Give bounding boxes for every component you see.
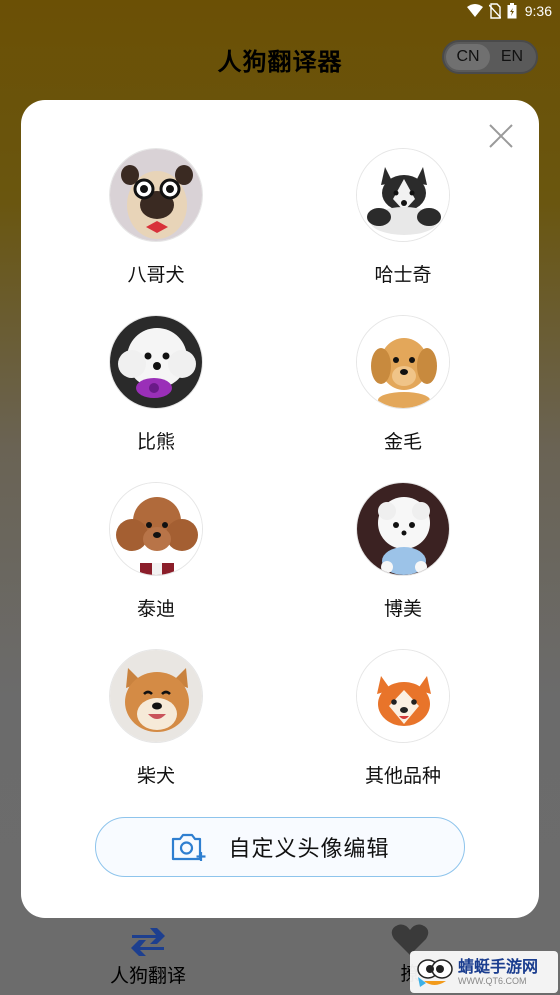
shiba-avatar: [109, 649, 203, 743]
breed-option-bichon[interactable]: 比熊: [76, 315, 236, 454]
status-icons: 9:36: [466, 3, 552, 19]
pomeranian-avatar: [356, 482, 450, 576]
nav-label-translate: 人狗翻译: [109, 965, 186, 987]
breed-select-dialog: 八哥犬 哈士奇 比熊 金毛 泰迪 博美 柴犬 其他品种 自定义头像编辑: [21, 100, 539, 918]
breed-option-husky[interactable]: 哈士奇: [323, 148, 483, 287]
status-bar: 9:36: [0, 0, 560, 26]
bichon-avatar: [109, 315, 203, 409]
shiba-cartoon-avatar: [356, 649, 450, 743]
nav-item-translate[interactable]: 人狗翻译: [98, 923, 198, 988]
pug-avatar: [109, 148, 203, 242]
close-icon[interactable]: [487, 122, 515, 150]
custom-avatar-edit-label: 自定义头像编辑: [228, 837, 390, 862]
breed-label-golden: 金毛: [383, 431, 422, 453]
watermark-title: 蜻蜓手游网: [458, 956, 539, 976]
breed-label-husky: 哈士奇: [374, 264, 432, 286]
language-option-cn[interactable]: CN: [446, 44, 490, 70]
custom-avatar-edit-button[interactable]: 自定义头像编辑: [95, 817, 465, 877]
camera-add-icon: [172, 833, 206, 861]
battery-icon: [507, 3, 517, 19]
breed-option-pomeranian[interactable]: 博美: [323, 482, 483, 621]
breed-option-teddy[interactable]: 泰迪: [76, 482, 236, 621]
language-option-en[interactable]: EN: [490, 44, 534, 70]
swap-icon: [131, 928, 165, 956]
breed-label-teddy: 泰迪: [136, 598, 175, 620]
dragonfly-logo-icon: [417, 959, 453, 987]
breed-label-pug: 八哥犬: [127, 264, 185, 286]
language-toggle[interactable]: CN EN: [442, 40, 538, 74]
husky-avatar: [356, 148, 450, 242]
breed-label-other: 其他品种: [364, 765, 441, 787]
breed-label-bichon: 比熊: [136, 431, 175, 453]
teddy-avatar: [109, 482, 203, 576]
breed-option-golden[interactable]: 金毛: [323, 315, 483, 454]
breed-label-shiba: 柴犬: [136, 765, 175, 787]
watermark: 蜻蜓手游网 WWW.QT6.COM: [410, 951, 558, 993]
breed-option-other[interactable]: 其他品种: [323, 649, 483, 788]
breed-label-pomeranian: 博美: [383, 598, 422, 620]
golden-retriever-avatar: [356, 315, 450, 409]
watermark-url: WWW.QT6.COM: [458, 975, 527, 986]
wifi-icon: [466, 4, 483, 17]
breed-option-pug[interactable]: 八哥犬: [76, 148, 236, 287]
breed-option-shiba[interactable]: 柴犬: [76, 649, 236, 788]
no-sim-icon: [488, 3, 501, 19]
status-time: 9:36: [524, 3, 552, 19]
